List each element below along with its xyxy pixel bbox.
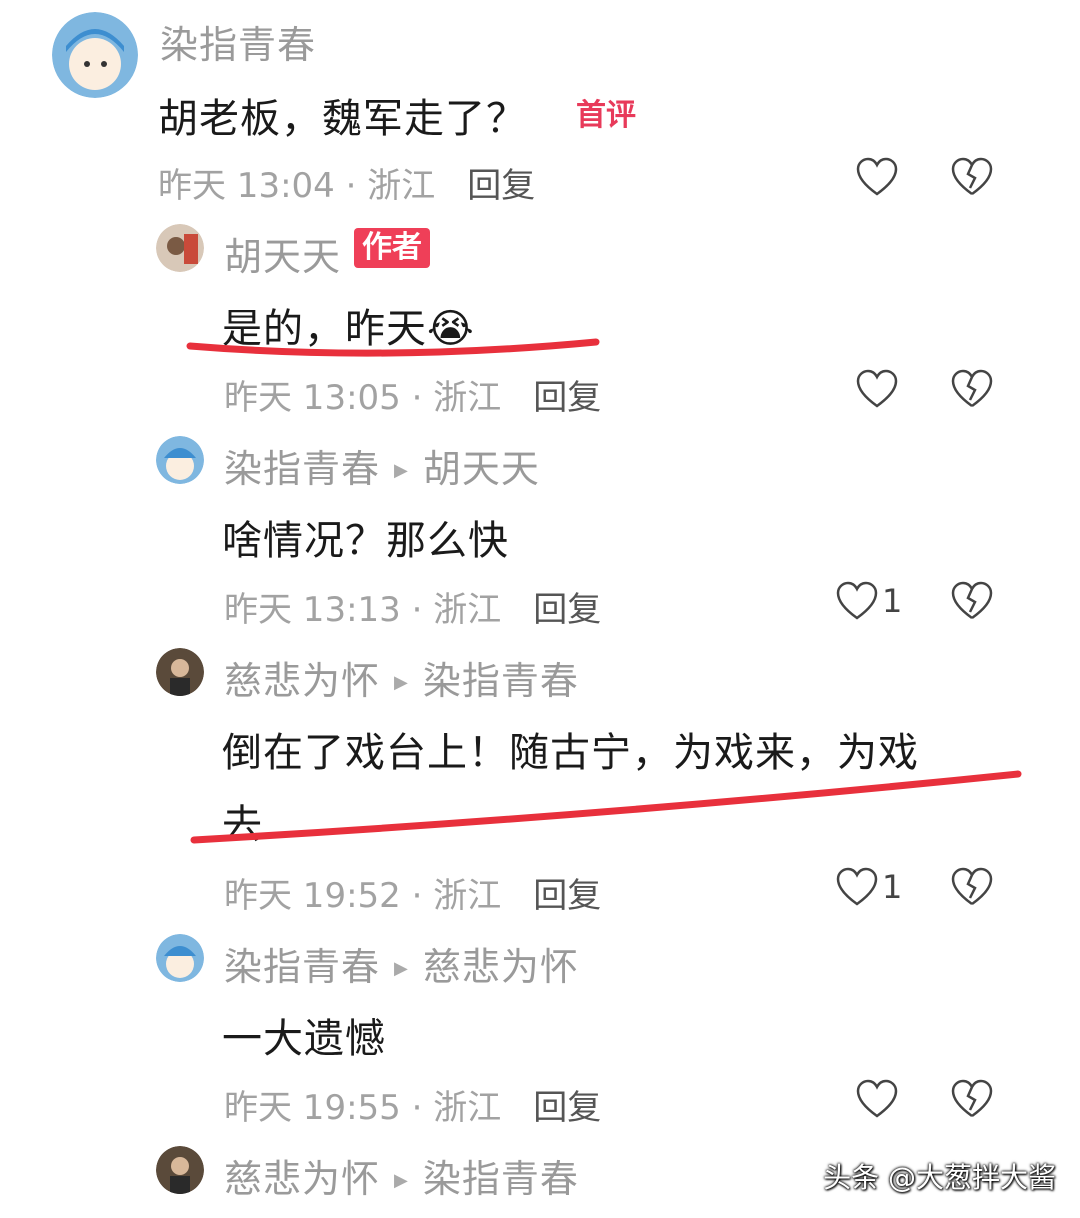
heart-outline-icon[interactable] xyxy=(835,580,879,624)
username: 慈悲为怀 ▶ 染指青春 xyxy=(224,1148,579,1203)
comment-meta: 昨天 19:52 · 浙江 回复 xyxy=(224,868,601,917)
reply-arrow-icon: ▶ xyxy=(394,672,409,693)
avatar[interactable] xyxy=(52,12,138,98)
broken-heart-icon[interactable] xyxy=(950,866,994,910)
reply-arrow-icon: ▶ xyxy=(394,958,409,979)
timestamp: 昨天 13:05 · 浙江 xyxy=(224,378,502,418)
username: 慈悲为怀 ▶ 染指青春 xyxy=(224,650,579,705)
username: 染指青春 ▶ 慈悲为怀 xyxy=(224,936,579,991)
avatar[interactable] xyxy=(156,436,204,484)
heart-outline-icon[interactable] xyxy=(835,866,879,910)
watermark: 头条 @大葱拌大酱 xyxy=(823,1161,1056,1194)
broken-heart-icon[interactable] xyxy=(950,368,994,412)
like-count: 1 xyxy=(882,868,903,906)
reply-target[interactable]: 染指青春 xyxy=(423,659,579,703)
reply-target[interactable]: 染指青春 xyxy=(423,1157,579,1201)
reply-button[interactable]: 回复 xyxy=(533,378,601,418)
reply-author[interactable]: 染指青春 xyxy=(224,447,380,491)
reply-target[interactable]: 胡天天 xyxy=(423,447,540,491)
reply-button[interactable]: 回复 xyxy=(533,590,601,630)
comment-text: 啥情况？那么快 xyxy=(222,518,509,564)
timestamp: 昨天 13:13 · 浙江 xyxy=(224,590,502,630)
comment-meta: 昨天 13:04 · 浙江 回复 xyxy=(158,158,535,207)
broken-heart-icon[interactable] xyxy=(950,1078,994,1122)
username: 染指青春 ▶ 胡天天 xyxy=(224,438,540,493)
reply-arrow-icon: ▶ xyxy=(394,460,409,481)
highlight-underline xyxy=(190,770,1022,844)
author-badge: 作者 xyxy=(354,228,430,268)
reply-button[interactable]: 回复 xyxy=(467,166,535,206)
first-comment-badge: 首评 xyxy=(576,98,636,133)
like-count: 1 xyxy=(882,582,903,620)
avatar[interactable] xyxy=(156,224,204,272)
username[interactable]: 胡天天 xyxy=(224,226,341,281)
reply-arrow-icon: ▶ xyxy=(394,1170,409,1191)
timestamp: 昨天 13:04 · 浙江 xyxy=(158,166,436,206)
reply-button[interactable]: 回复 xyxy=(533,1088,601,1128)
avatar[interactable] xyxy=(156,1146,204,1194)
reply-button[interactable]: 回复 xyxy=(533,876,601,916)
avatar[interactable] xyxy=(156,648,204,696)
heart-outline-icon[interactable] xyxy=(855,156,899,200)
heart-outline-icon[interactable] xyxy=(855,1078,899,1122)
comment-text: 一大遗憾 xyxy=(222,1016,386,1062)
broken-heart-icon[interactable] xyxy=(950,156,994,200)
reply-target[interactable]: 慈悲为怀 xyxy=(423,945,579,989)
highlight-underline xyxy=(186,338,600,357)
comment-meta: 昨天 13:05 · 浙江 回复 xyxy=(224,370,601,419)
reply-author[interactable]: 慈悲为怀 xyxy=(224,1157,380,1201)
reply-author[interactable]: 染指青春 xyxy=(224,945,380,989)
reply-author[interactable]: 慈悲为怀 xyxy=(224,659,380,703)
broken-heart-icon[interactable] xyxy=(950,580,994,624)
timestamp: 昨天 19:52 · 浙江 xyxy=(224,876,502,916)
username[interactable]: 染指青春 xyxy=(160,14,316,69)
comment-meta: 昨天 13:13 · 浙江 回复 xyxy=(224,582,601,631)
comment-text: 胡老板，魏军走了？ xyxy=(158,96,527,142)
avatar[interactable] xyxy=(156,934,204,982)
heart-outline-icon[interactable] xyxy=(855,368,899,412)
comment-meta: 昨天 19:55 · 浙江 回复 xyxy=(224,1080,601,1129)
timestamp: 昨天 19:55 · 浙江 xyxy=(224,1088,502,1128)
